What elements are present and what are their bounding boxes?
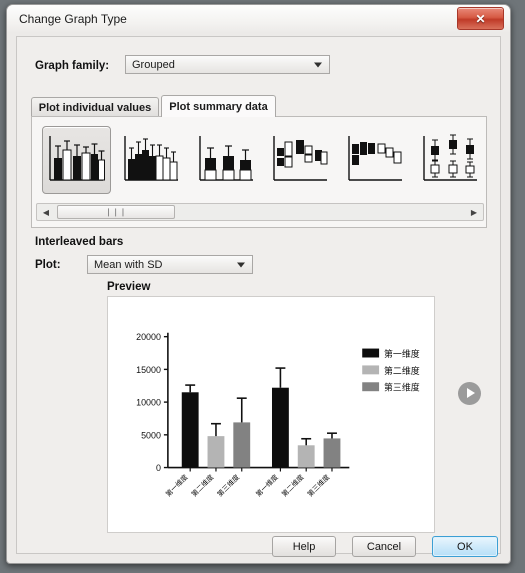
change-graph-type-dialog: Change Graph Type ✕ Graph family: Groupe… — [6, 4, 511, 564]
tab-strip: Plot individual values Plot summary data — [31, 95, 487, 117]
svg-text:第三维度: 第三维度 — [305, 472, 331, 498]
grouped-box-whisker-1-icon — [273, 136, 328, 181]
preview-label: Preview — [107, 281, 151, 293]
next-preview-button[interactable] — [458, 382, 481, 405]
grouped-box-whisker-2-icon — [348, 136, 403, 181]
svg-text:第一维度: 第一维度 — [384, 348, 420, 359]
title-bar: Change Graph Type ✕ — [7, 5, 510, 33]
graph-family-select[interactable]: Grouped — [125, 55, 330, 74]
gallery-scrollbar[interactable]: ◀ ❘❘❘ ▶ — [36, 203, 484, 221]
scroll-right-icon[interactable]: ▶ — [466, 204, 482, 220]
close-icon: ✕ — [475, 11, 486, 26]
gallery-thumbnails — [36, 121, 484, 199]
tab-plot-summary-data[interactable]: Plot summary data — [161, 95, 276, 117]
graph-family-value: Grouped — [132, 58, 175, 71]
gallery-item-separated-bars[interactable] — [191, 126, 260, 194]
close-button[interactable]: ✕ — [457, 7, 504, 30]
dialog-client-area: Graph family: Grouped Plot individual va… — [16, 36, 501, 554]
svg-text:第二维度: 第二维度 — [384, 365, 420, 376]
svg-text:10000: 10000 — [136, 398, 161, 408]
svg-text:第三维度: 第三维度 — [384, 382, 420, 393]
stacked-bars-icon — [124, 136, 178, 181]
scroll-left-icon[interactable]: ◀ — [38, 204, 54, 220]
scrollbar-grip-icon: ❘❘❘ — [105, 207, 127, 217]
gallery-item-grouped-floating-bars[interactable] — [415, 126, 484, 194]
gallery-item-stacked-bars[interactable] — [117, 126, 186, 194]
ok-button[interactable]: OK — [432, 536, 498, 557]
gallery-item-grouped-box-whisker-1[interactable] — [266, 126, 335, 194]
window-title: Change Graph Type — [19, 12, 127, 26]
svg-text:第二维度: 第二维度 — [189, 472, 215, 498]
chevron-down-icon — [314, 62, 322, 67]
svg-text:20000: 20000 — [136, 332, 161, 342]
svg-text:5000: 5000 — [141, 430, 161, 440]
gallery-item-interleaved-bars[interactable] — [42, 126, 111, 194]
section-title: Interleaved bars — [35, 236, 124, 248]
plot-value: Mean with SD — [94, 258, 163, 271]
interleaved-bars-icon — [49, 136, 106, 181]
graph-type-gallery: ◀ ❘❘❘ ▶ — [31, 116, 487, 228]
gallery-item-grouped-box-whisker-2[interactable] — [341, 126, 410, 194]
svg-text:15000: 15000 — [136, 365, 161, 375]
cancel-button[interactable]: Cancel — [352, 536, 416, 557]
chart-legend: 第一维度第二维度第三维度 — [362, 348, 420, 393]
plot-label: Plot: — [35, 259, 61, 271]
svg-text:第三维度: 第三维度 — [215, 472, 241, 498]
chart-x-tick-labels: 第一维度 第二维度 第三维度 第一维度 第二维度 第三维度 — [164, 472, 332, 498]
svg-text:0: 0 — [156, 463, 161, 473]
tab-plot-individual-values[interactable]: Plot individual values — [31, 97, 159, 117]
graph-family-label: Graph family: — [35, 60, 110, 72]
separated-bars-icon — [198, 136, 253, 181]
plot-select[interactable]: Mean with SD — [87, 255, 253, 274]
grouped-floating-bars-icon — [422, 134, 477, 181]
preview-panel: 0 5000 10000 15000 20000 第一维度 第二维度 第三维度 第一维度 第二维… — [107, 296, 435, 533]
scrollbar-thumb[interactable]: ❘❘❘ — [57, 205, 175, 219]
svg-text:第二维度: 第二维度 — [280, 472, 306, 498]
chevron-down-icon — [237, 262, 245, 267]
chart-bars — [181, 367, 341, 472]
svg-text:第一维度: 第一维度 — [164, 472, 190, 498]
help-button[interactable]: Help — [272, 536, 336, 557]
preview-chart: 05000100001500020000 第一维度 第二维度 第三维度 第一维度 第二维… — [136, 332, 420, 498]
svg-text:第一维度: 第一维度 — [254, 472, 280, 498]
